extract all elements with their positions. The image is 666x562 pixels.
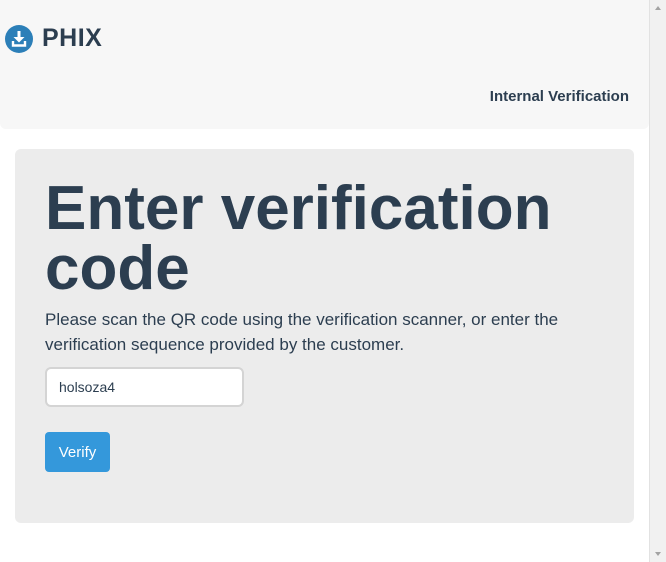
instructions-text: Please scan the QR code using the verifi… [45,310,559,354]
scroll-up-arrow-icon[interactable] [655,6,661,10]
nav-link-internal-verification[interactable]: Internal Verification [490,88,629,105]
vertical-scrollbar[interactable] [649,0,666,562]
verification-panel: Enter verification code Please scan the … [15,149,634,523]
verify-button[interactable]: Verify [45,432,110,472]
verification-code-input[interactable] [45,367,244,407]
download-circle-icon [5,24,33,53]
brand-name: PHIX [42,24,103,52]
brand-link[interactable]: PHIX [5,24,102,53]
page-title: Enter verification code [45,174,552,303]
navbar: PHIX Internal Verification [0,0,649,129]
page: PHIX Internal Verification Enter verific… [0,0,666,562]
scroll-down-arrow-icon[interactable] [655,552,661,556]
